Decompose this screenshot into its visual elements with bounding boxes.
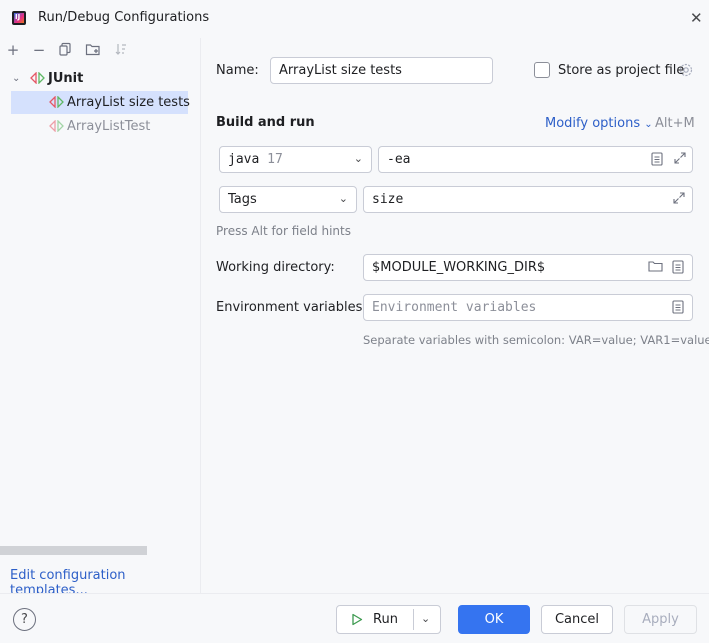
tree-item-arraylist-size-tests[interactable]: ArrayList size tests xyxy=(11,91,190,114)
remove-icon[interactable]: − xyxy=(30,42,48,60)
junit-icon xyxy=(49,95,64,108)
tags-field[interactable]: size xyxy=(363,186,693,213)
field-hints-text: Press Alt for field hints xyxy=(216,224,351,238)
new-folder-icon[interactable] xyxy=(84,42,102,60)
sidebar-toolbar: + − xyxy=(0,38,201,64)
environment-variables-field[interactable]: Environment variables xyxy=(363,294,693,321)
ok-button[interactable]: OK xyxy=(458,605,530,634)
dialog-footer: ? Run ⌄ OK Cancel Apply xyxy=(0,593,709,643)
working-directory-label: Working directory: xyxy=(216,260,335,275)
chevron-down-icon: ⌄ xyxy=(644,119,653,130)
modify-options-link[interactable]: Modify options ⌄ xyxy=(545,116,653,131)
name-field[interactable]: ArrayList size tests xyxy=(270,57,493,84)
run-label: Run xyxy=(373,612,398,627)
tree-item-label: ArrayList size tests xyxy=(67,95,190,110)
close-icon[interactable]: ✕ xyxy=(690,9,703,27)
apply-button[interactable]: Apply xyxy=(624,605,697,634)
cancel-button[interactable]: Cancel xyxy=(541,605,613,634)
document-icon[interactable] xyxy=(649,152,665,168)
sort-icon[interactable] xyxy=(112,42,130,60)
copy-icon[interactable] xyxy=(56,42,74,60)
jdk-name: java xyxy=(228,152,260,167)
jdk-version: 17 xyxy=(267,152,283,167)
chevron-down-icon: ⌄ xyxy=(353,152,363,165)
build-and-run-heading: Build and run xyxy=(216,115,315,130)
expand-icon[interactable] xyxy=(671,192,687,208)
window-title: Run/Debug Configurations xyxy=(38,10,210,25)
run-icon xyxy=(351,606,363,633)
tree-item-label: ArrayListTest xyxy=(67,119,151,134)
help-button[interactable]: ? xyxy=(13,608,36,631)
document-icon[interactable] xyxy=(670,260,686,276)
add-icon[interactable]: + xyxy=(4,42,22,60)
vm-options-field[interactable]: -ea xyxy=(378,146,693,173)
environment-variables-hint: Separate variables with semicolon: VAR=v… xyxy=(363,333,709,347)
store-as-project-file-checkbox[interactable] xyxy=(534,62,550,78)
working-directory-field[interactable]: $MODULE_WORKING_DIR$ xyxy=(363,254,693,281)
document-icon[interactable] xyxy=(670,300,686,316)
modify-options-shortcut: Alt+M xyxy=(655,116,695,131)
intellij-app-icon xyxy=(12,11,26,25)
gear-icon[interactable] xyxy=(678,62,694,82)
folder-icon[interactable] xyxy=(647,260,663,276)
tree-item-junit[interactable]: ⌄ JUnit xyxy=(0,67,201,90)
run-button[interactable]: Run ⌄ xyxy=(336,605,441,634)
expand-icon[interactable] xyxy=(672,152,688,168)
configurations-sidebar: + − ⌄ JUnit ArrayList size tests ArrayLi… xyxy=(0,38,201,598)
environment-variables-label: Environment variables: xyxy=(216,300,367,315)
title-bar: Run/Debug Configurations ✕ xyxy=(0,0,709,38)
jdk-combobox[interactable]: java 17 ⌄ xyxy=(219,146,372,173)
configuration-form: Name: ArrayList size tests Store as proj… xyxy=(201,38,709,593)
junit-icon xyxy=(49,119,64,132)
tree-item-label: JUnit xyxy=(48,71,84,86)
tree-item-arraylisttest[interactable]: ArrayListTest xyxy=(0,115,201,138)
horizontal-scrollbar[interactable] xyxy=(0,546,147,555)
chevron-down-icon: ⌄ xyxy=(338,192,348,205)
test-kind-combobox[interactable]: Tags ⌄ xyxy=(219,186,357,213)
junit-icon xyxy=(30,71,45,84)
store-as-project-file-label: Store as project file xyxy=(558,63,685,78)
name-label: Name: xyxy=(216,63,259,78)
split-divider xyxy=(413,609,414,630)
chevron-down-icon[interactable]: ⌄ xyxy=(421,605,430,632)
chevron-down-icon[interactable]: ⌄ xyxy=(12,67,20,90)
